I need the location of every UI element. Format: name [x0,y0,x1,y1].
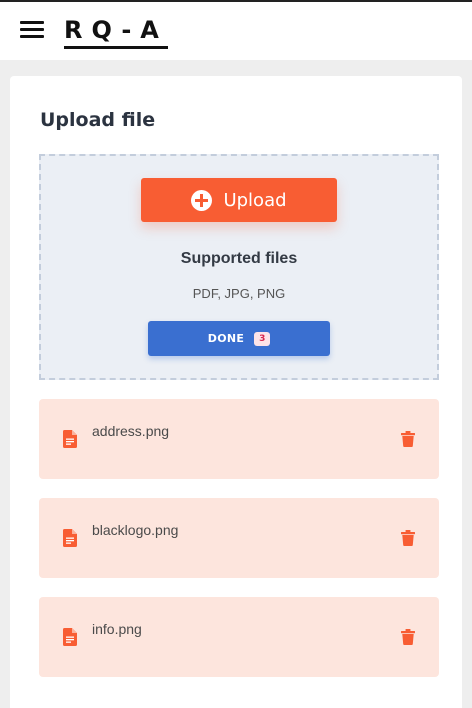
file-item: info.png [39,597,439,677]
upload-button[interactable]: Upload [141,178,337,222]
trash-icon[interactable] [401,629,415,645]
upload-button-label: Upload [223,189,287,211]
document-icon [63,529,77,547]
document-icon [63,430,77,448]
upload-dropzone[interactable]: Upload Supported files PDF, JPG, PNG DON… [39,154,439,380]
file-name: blacklogo.png [92,522,179,538]
app-logo[interactable]: RQ-A [64,16,168,49]
supported-files-title: Supported files [180,250,298,267]
file-name: address.png [92,423,170,439]
file-item: blacklogo.png [39,498,439,578]
done-button[interactable]: DONE 3 [148,321,330,356]
page-title: Upload file [40,109,156,131]
done-button-label: DONE [207,332,245,345]
upload-card: Upload file Upload Supported files PDF, … [10,76,462,708]
file-count-badge: 3 [254,331,271,346]
top-bar: RQ-A [0,0,472,60]
supported-file-types: PDF, JPG, PNG [192,286,286,301]
file-name: info.png [92,621,142,637]
hamburger-menu-icon[interactable] [20,21,44,39]
plus-circle-icon [191,189,213,211]
trash-icon[interactable] [401,530,415,546]
document-icon [63,628,77,646]
trash-icon[interactable] [401,431,415,447]
file-item: address.png [39,399,439,479]
